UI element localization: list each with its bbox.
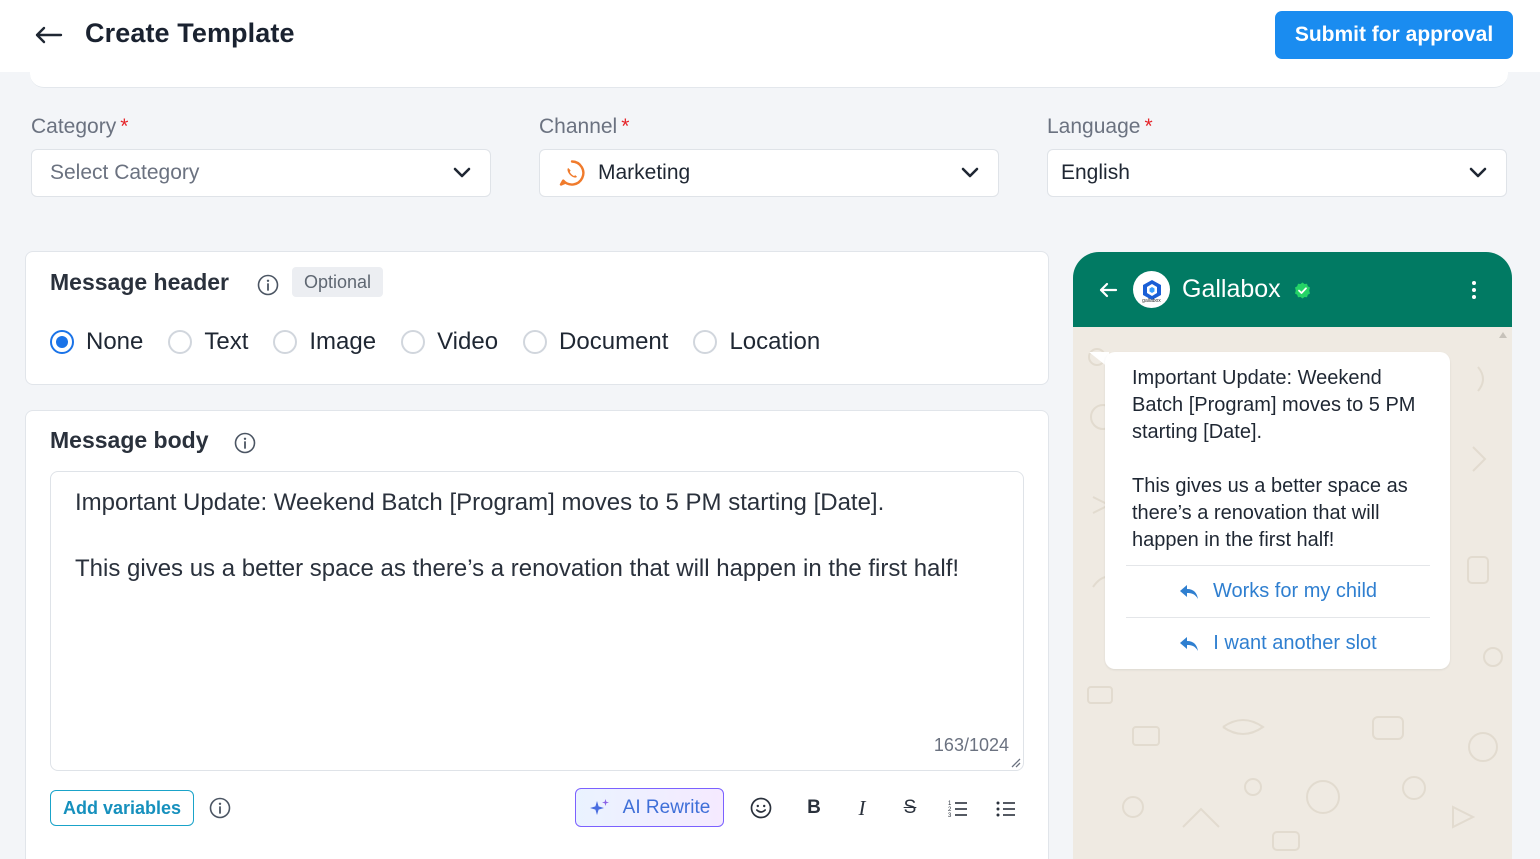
header-divider <box>30 72 1508 88</box>
message-body-textarea[interactable]: Important Update: Weekend Batch [Program… <box>50 471 1024 771</box>
top-bar: Create Template Submit for approval <box>0 0 1540 72</box>
radio-location[interactable]: Location <box>693 328 820 356</box>
reply-icon <box>1180 636 1199 651</box>
radio-document[interactable]: Document <box>523 328 668 356</box>
required-mark: * <box>1144 115 1153 138</box>
sparkle-icon <box>589 797 611 819</box>
ai-rewrite-button[interactable]: AI Rewrite <box>575 788 724 827</box>
scroll-up-arrow-icon[interactable] <box>1498 331 1508 339</box>
strikethrough-button[interactable]: S <box>895 793 925 823</box>
category-label: Category * <box>31 115 129 138</box>
radio-button[interactable] <box>273 330 298 354</box>
character-count: 163/1024 <box>933 735 1009 755</box>
svg-text:3: 3 <box>948 813 952 817</box>
radio-text[interactable]: Text <box>168 328 248 356</box>
radio-none[interactable]: None <box>50 328 143 356</box>
chevron-down-icon <box>960 163 980 183</box>
back-arrow-icon[interactable] <box>1097 279 1119 301</box>
quick-reply-button[interactable]: Works for my child <box>1126 565 1430 617</box>
message-header-card: Message header Optional None Text Image … <box>25 251 1049 385</box>
submit-for-approval-button[interactable]: Submit for approval <box>1275 11 1513 59</box>
message-header-title: Message header <box>50 269 229 295</box>
radio-button[interactable] <box>693 330 718 354</box>
page-title: Create Template <box>85 18 295 48</box>
optional-badge: Optional <box>292 267 384 297</box>
channel-value: Marketing <box>598 161 691 184</box>
info-icon[interactable] <box>256 273 280 297</box>
verified-badge-icon <box>1295 282 1310 299</box>
back-arrow-icon[interactable] <box>30 20 66 50</box>
avatar-text: gallabox <box>1142 298 1161 304</box>
whatsapp-preview: gallabox Gallabox Important Update: Week… <box>1073 252 1512 859</box>
channel-select[interactable]: Marketing <box>539 149 999 197</box>
radio-button[interactable] <box>168 330 193 354</box>
message-body-card: Message body Important Update: Weekend B… <box>25 410 1049 859</box>
required-mark: * <box>621 115 630 138</box>
radio-button[interactable] <box>401 330 426 354</box>
resize-handle-icon[interactable] <box>1009 756 1021 768</box>
radio-image[interactable]: Image <box>273 328 376 356</box>
radio-button[interactable] <box>50 330 74 354</box>
bold-button[interactable]: B <box>799 793 829 823</box>
chevron-down-icon <box>1468 163 1488 183</box>
channel-label: Channel * <box>539 115 630 138</box>
language-value: English <box>1061 161 1130 184</box>
add-variables-button[interactable]: Add variables <box>50 790 195 826</box>
numbered-list-icon[interactable]: 123 <box>943 793 973 823</box>
info-icon[interactable] <box>233 431 257 455</box>
bubble-text: Important Update: Weekend Batch [Program… <box>1132 367 1416 551</box>
contact-name: Gallabox <box>1182 275 1281 303</box>
category-placeholder: Select Category <box>50 161 200 184</box>
avatar: gallabox <box>1133 271 1170 308</box>
emoji-icon[interactable] <box>746 793 776 823</box>
language-select[interactable]: English <box>1047 149 1507 197</box>
message-body-title: Message body <box>50 427 209 453</box>
whatsapp-icon <box>558 159 586 187</box>
quick-reply-button[interactable]: I want another slot <box>1126 617 1430 669</box>
radio-button[interactable] <box>523 330 548 354</box>
category-select[interactable]: Select Category <box>31 149 491 197</box>
italic-button[interactable]: I <box>847 793 877 823</box>
reply-icon <box>1179 584 1198 599</box>
chat-header: gallabox Gallabox <box>1073 252 1512 327</box>
message-bubble: Important Update: Weekend Batch [Program… <box>1105 352 1450 669</box>
language-label: Language * <box>1047 115 1153 138</box>
chevron-down-icon <box>452 163 472 183</box>
required-mark: * <box>120 115 129 138</box>
header-type-radio-group: None Text Image Video Document Location <box>50 328 845 356</box>
info-icon[interactable] <box>208 796 232 820</box>
more-options-icon[interactable] <box>1469 279 1479 301</box>
message-body-text: Important Update: Weekend Batch [Program… <box>75 489 960 582</box>
bulleted-list-icon[interactable] <box>991 793 1021 823</box>
radio-video[interactable]: Video <box>401 328 498 356</box>
